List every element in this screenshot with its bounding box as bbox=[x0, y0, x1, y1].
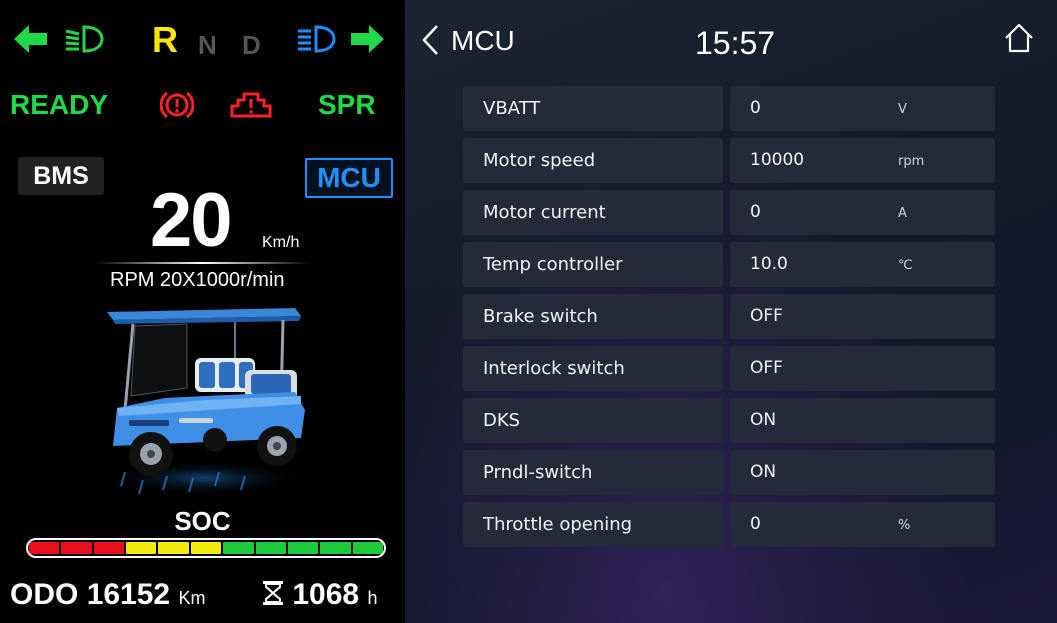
high-beam-icon bbox=[298, 25, 336, 53]
row-value-cell: 0A bbox=[730, 190, 995, 235]
odo-unit: Km bbox=[178, 588, 206, 608]
soc-segment bbox=[126, 542, 157, 554]
soc-segment bbox=[158, 542, 189, 554]
row-unit: V bbox=[898, 102, 907, 117]
back-chevron-icon[interactable] bbox=[419, 22, 443, 58]
table-row: Throttle opening 0% bbox=[463, 502, 995, 547]
home-icon[interactable] bbox=[1003, 22, 1035, 54]
row-label: Throttle opening bbox=[463, 502, 723, 547]
row-value: ON bbox=[750, 410, 777, 430]
clock: 15:57 bbox=[695, 25, 776, 61]
row-label: VBATT bbox=[463, 86, 723, 131]
right-turn-arrow-icon bbox=[351, 25, 384, 53]
hours-value: 1068 bbox=[292, 578, 360, 611]
odo-value: 16152 bbox=[86, 578, 171, 611]
row-value: 0 bbox=[750, 202, 761, 222]
row-value-cell: ON bbox=[730, 450, 995, 495]
soc-label: SOC bbox=[174, 506, 231, 536]
table-row: Brake switch OFF bbox=[463, 294, 995, 339]
row-label: Prndl-switch bbox=[463, 450, 723, 495]
soc-bar bbox=[26, 538, 386, 558]
row-value: 10.0 bbox=[750, 254, 788, 274]
row-value-cell: ON bbox=[730, 398, 995, 443]
row-value: 10000 bbox=[750, 150, 805, 170]
row-value-cell: 10.0 ℃ bbox=[730, 242, 995, 287]
row-unit: % bbox=[898, 518, 911, 533]
row-value: OFF bbox=[750, 306, 783, 326]
bms-button[interactable]: BMS bbox=[18, 157, 104, 195]
soc-segment bbox=[29, 542, 60, 554]
gear-r: R bbox=[152, 19, 178, 60]
row-label: Motor speed bbox=[463, 138, 723, 183]
row-value: ON bbox=[750, 462, 777, 482]
golf-cart-image bbox=[105, 308, 305, 496]
parking-brake-warning-icon bbox=[160, 91, 194, 119]
low-beam-icon bbox=[65, 25, 104, 53]
mcu-button[interactable]: MCU bbox=[305, 158, 393, 198]
rpm-readout: RPM 20X1000r/min bbox=[110, 269, 285, 291]
row-value-cell: 10000 rpm bbox=[730, 138, 995, 183]
spr-indicator: SPR bbox=[318, 89, 376, 120]
hour-meter: 1068 h bbox=[262, 578, 377, 615]
soc-segment bbox=[255, 542, 286, 554]
row-label: Temp controller bbox=[463, 242, 723, 287]
row-value-cell: 0V bbox=[730, 86, 995, 131]
row-value-cell: OFF bbox=[730, 346, 995, 391]
row-value-cell: 0% bbox=[730, 502, 995, 547]
soc-segment bbox=[352, 542, 383, 554]
hours-unit: h bbox=[367, 588, 378, 608]
instrument-cluster: R N D READY SPR BMS MCU 20 Km/h RPM 20X1… bbox=[0, 0, 405, 623]
soc-segment bbox=[93, 542, 125, 554]
table-row: Prndl-switch ON bbox=[463, 450, 995, 495]
row-label: Motor current bbox=[463, 190, 723, 235]
ready-indicator: READY bbox=[10, 89, 109, 120]
speed-unit: Km/h bbox=[262, 234, 300, 251]
motor-fault-warning-icon bbox=[230, 92, 272, 118]
row-value: 0 bbox=[750, 514, 761, 534]
table-row: VBATT 0V bbox=[463, 86, 995, 131]
row-label: DKS bbox=[463, 398, 723, 443]
speed-underline bbox=[95, 262, 310, 264]
soc-segment bbox=[61, 542, 92, 554]
soc-segment bbox=[223, 542, 254, 554]
row-label: Brake switch bbox=[463, 294, 723, 339]
hourglass-icon bbox=[263, 581, 283, 605]
table-row: Interlock switch OFF bbox=[463, 346, 995, 391]
gear-n: N bbox=[198, 30, 217, 60]
soc-segment bbox=[320, 542, 351, 554]
row-unit: A bbox=[898, 206, 907, 221]
row-unit: ℃ bbox=[898, 258, 913, 273]
mcu-data-table: VBATT 0V Motor speed 10000 rpm Motor curr… bbox=[463, 86, 995, 554]
odo-label: ODO bbox=[10, 578, 79, 611]
left-turn-arrow-icon bbox=[14, 25, 47, 53]
table-row: DKS ON bbox=[463, 398, 995, 443]
speed-readout: 20 bbox=[150, 178, 233, 263]
table-row: Temp controller 10.0 ℃ bbox=[463, 242, 995, 287]
gear-d: D bbox=[242, 30, 261, 60]
row-value: OFF bbox=[750, 358, 783, 378]
soc-segment bbox=[190, 542, 222, 554]
odometer: ODO 16152 Km bbox=[10, 578, 205, 615]
row-value: 0 bbox=[750, 98, 761, 118]
row-unit: rpm bbox=[898, 154, 925, 169]
table-row: Motor current 0A bbox=[463, 190, 995, 235]
mcu-panel: MCU 15:57 VBATT 0V Motor speed 10000 rpm … bbox=[405, 0, 1057, 623]
page-title: MCU bbox=[451, 25, 515, 56]
row-value-cell: OFF bbox=[730, 294, 995, 339]
table-row: Motor speed 10000 rpm bbox=[463, 138, 995, 183]
soc-segment bbox=[287, 542, 319, 554]
row-label: Interlock switch bbox=[463, 346, 723, 391]
